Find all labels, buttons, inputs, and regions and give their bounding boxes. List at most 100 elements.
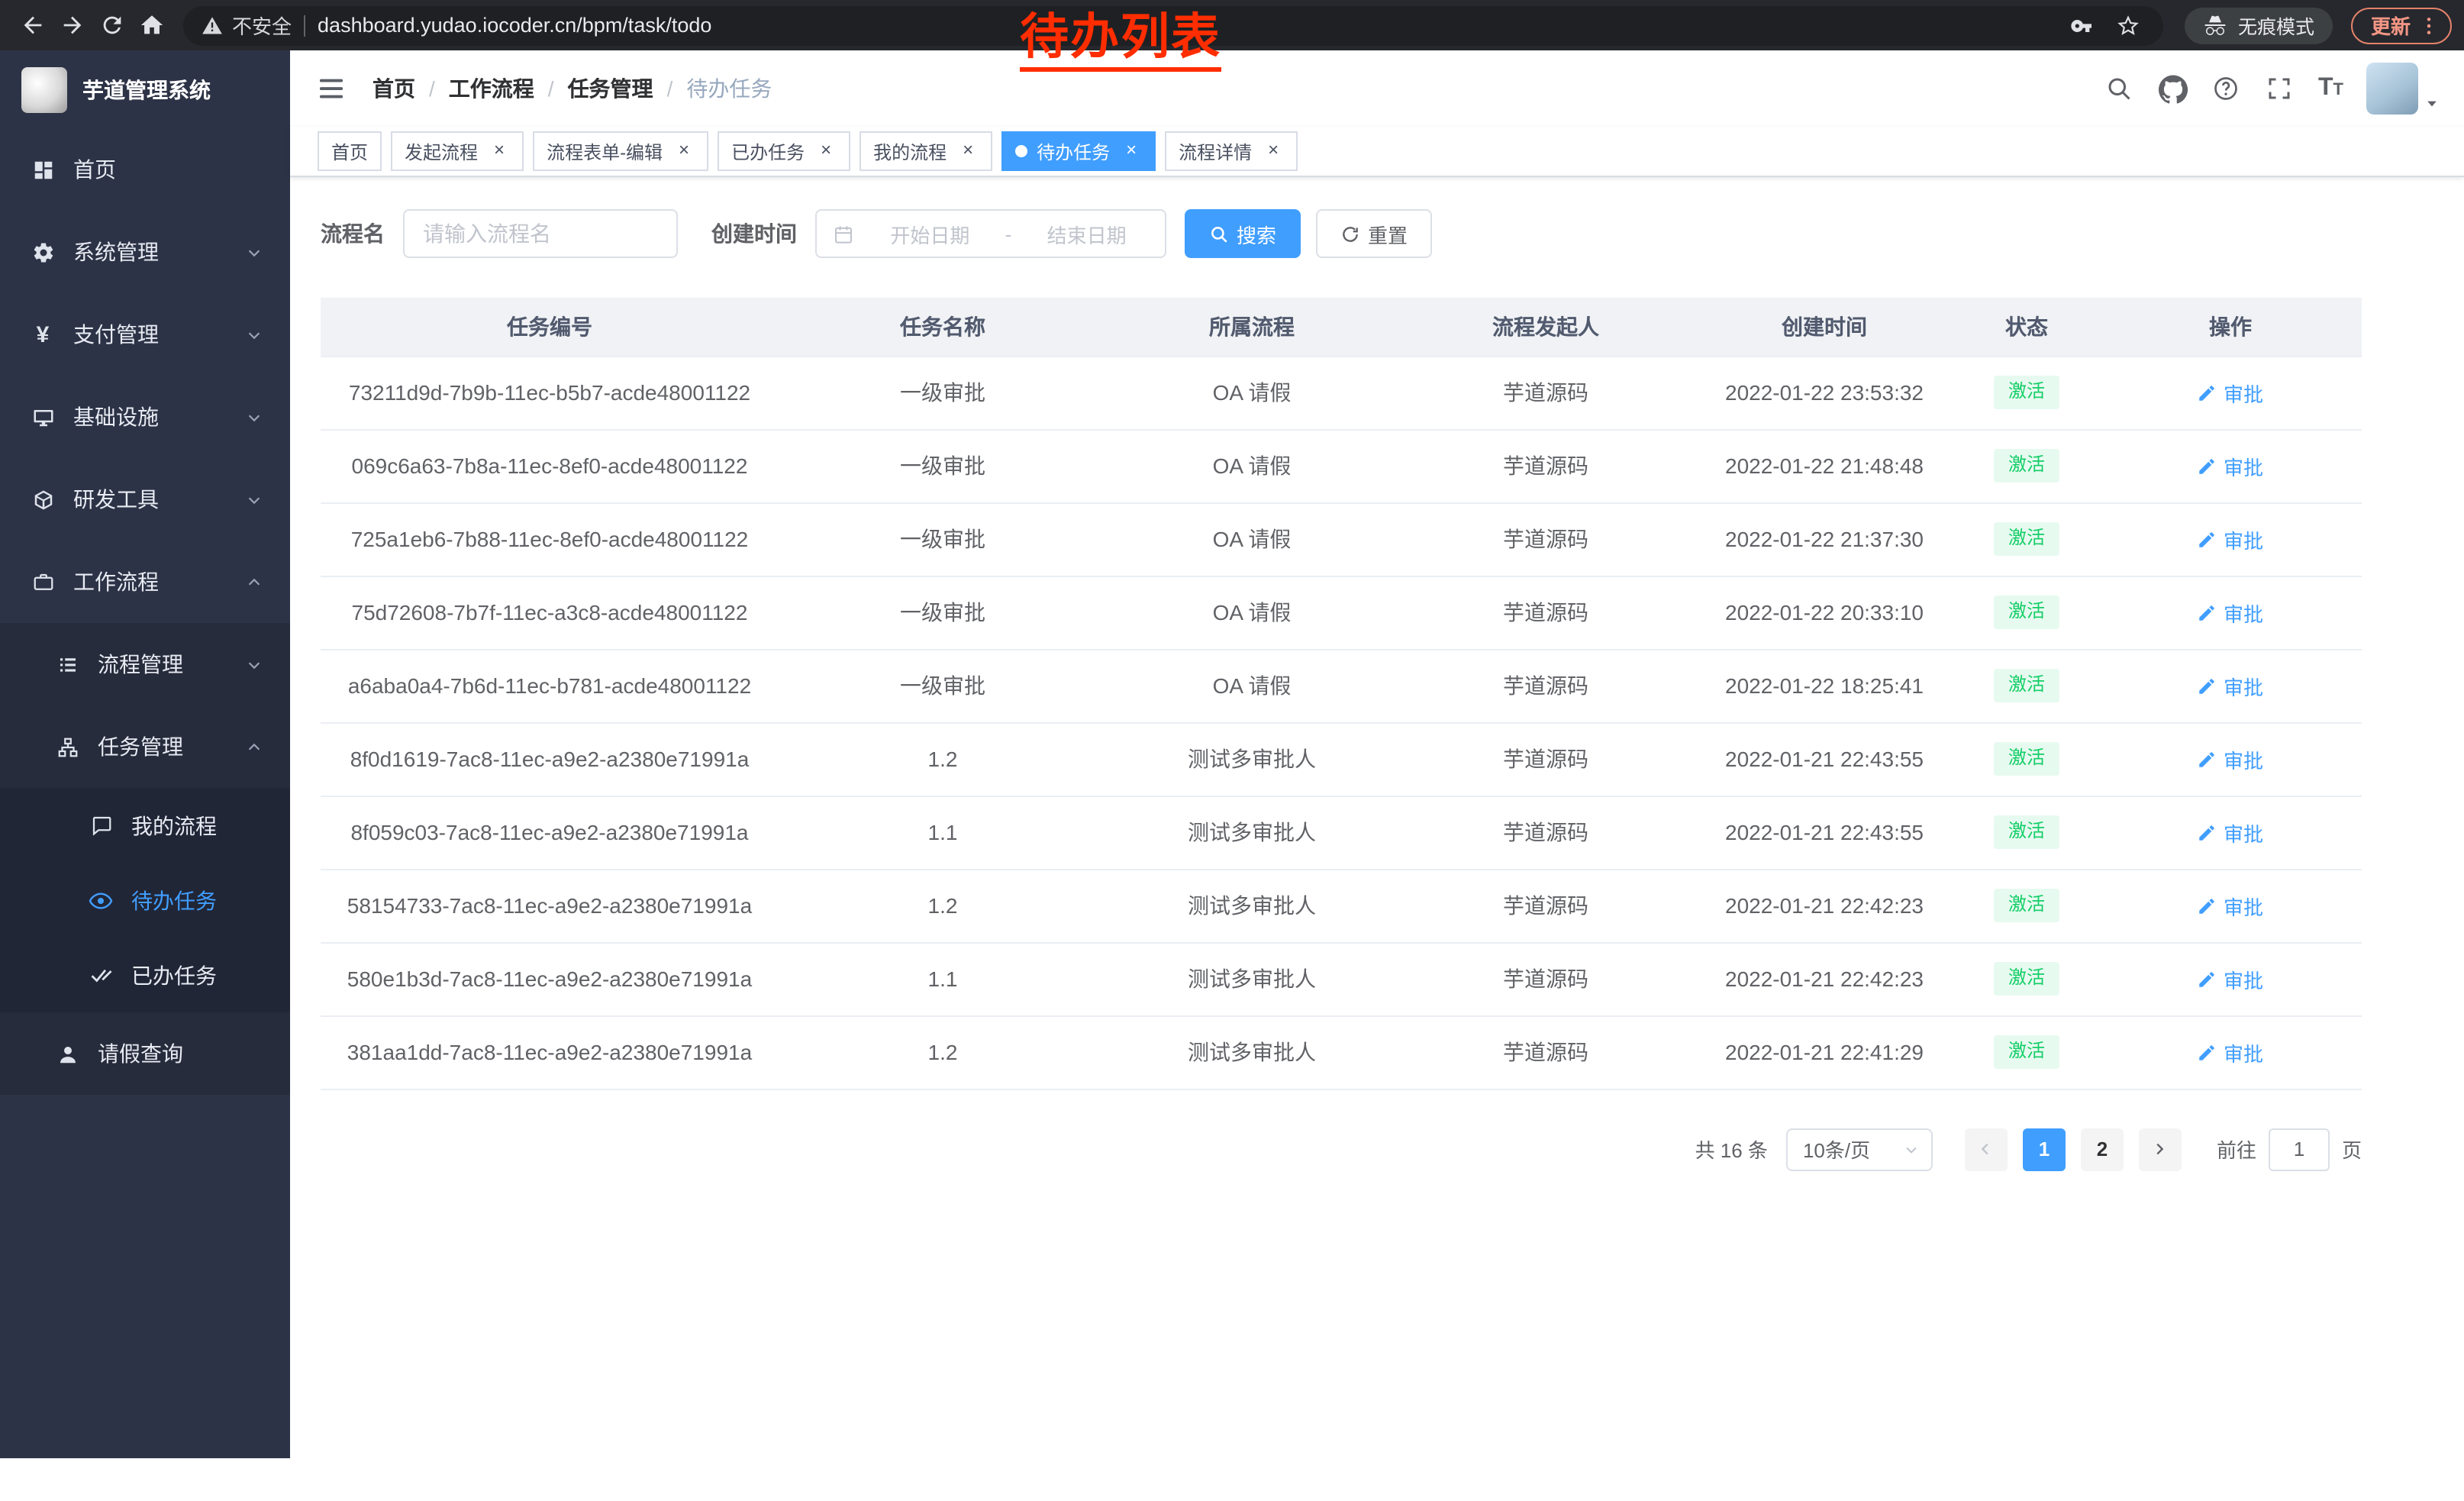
breadcrumb-task-management[interactable]: 任务管理 (568, 73, 653, 104)
status-badge: 激活 (1995, 962, 2059, 995)
sidebar-item-done-tasks[interactable]: 已办任务 (0, 938, 290, 1012)
tab-home[interactable]: 首页 (318, 131, 382, 171)
status-badge: 激活 (1995, 1035, 2059, 1068)
update-label: 更新 (2371, 11, 2411, 40)
col-task-id: 任务编号 (321, 298, 779, 356)
cell-created: 2022-01-22 21:37:30 (1695, 502, 1954, 576)
page-size-select[interactable]: 10条/页 (1786, 1128, 1933, 1170)
github-icon[interactable] (2158, 73, 2188, 104)
breadcrumb-workflow[interactable]: 工作流程 (449, 73, 534, 104)
security-warning[interactable]: 不安全 (202, 11, 292, 40)
breadcrumb-home[interactable]: 首页 (373, 73, 415, 104)
create-time-label: 创建时间 (711, 218, 797, 249)
font-size-icon[interactable]: TT (2318, 75, 2343, 102)
app-frame: 芋道管理系统 首页 系统管理 ¥ 支付管理 (0, 50, 2464, 1501)
table-row: 58154733-7ac8-11ec-a9e2-a2380e71991a 1.2… (321, 869, 2362, 942)
sidebar-item-task-management[interactable]: 任务管理 (0, 705, 290, 788)
status-badge: 激活 (1995, 522, 2059, 555)
home-button[interactable] (131, 5, 171, 45)
navbar-right: TT (2104, 63, 2440, 115)
cell-created: 2022-01-21 22:43:55 (1695, 722, 1954, 796)
tab-process-form-edit[interactable]: 流程表单-编辑 × (533, 131, 708, 171)
sidebar-item-workflow[interactable]: 工作流程 (0, 541, 290, 623)
cell-initiator: 芋道源码 (1397, 576, 1695, 649)
process-name-input[interactable] (403, 209, 678, 258)
tab-start-process[interactable]: 发起流程 × (391, 131, 524, 171)
sidebar-item-infrastructure[interactable]: 基础设施 (0, 376, 290, 458)
cell-process: OA 请假 (1107, 502, 1397, 576)
key-icon[interactable] (2066, 8, 2099, 42)
sidebar-item-devtools[interactable]: 研发工具 (0, 458, 290, 541)
table-row: 8f059c03-7ac8-11ec-a9e2-a2380e71991a 1.1… (321, 796, 2362, 869)
close-icon[interactable]: × (673, 140, 695, 162)
forward-button[interactable] (52, 5, 92, 45)
approve-link[interactable]: 审批 (2198, 744, 2263, 773)
tab-process-detail[interactable]: 流程详情 × (1165, 131, 1298, 171)
reload-button[interactable] (92, 5, 131, 45)
sidebar-item-system[interactable]: 系统管理 (0, 211, 290, 293)
cell-task-id: 75d72608-7b7f-11ec-a3c8-acde48001122 (321, 576, 779, 649)
cell-created: 2022-01-22 23:53:32 (1695, 356, 1954, 429)
fullscreen-icon[interactable] (2265, 73, 2295, 104)
cell-initiator: 芋道源码 (1397, 429, 1695, 502)
approve-link[interactable]: 审批 (2198, 378, 2263, 407)
sidebar-item-payment[interactable]: ¥ 支付管理 (0, 293, 290, 376)
edit-icon (2198, 822, 2217, 842)
search-icon[interactable] (2104, 73, 2135, 104)
filter-form: 流程名 创建时间 开始日期 - 结束日期 搜索 (321, 209, 2464, 258)
sidebar: 芋道管理系统 首页 系统管理 ¥ 支付管理 (0, 50, 290, 1458)
approve-link[interactable]: 审批 (2198, 1038, 2263, 1067)
table-row: a6aba0a4-7b6d-11ec-b781-acde48001122 一级审… (321, 649, 2362, 722)
approve-link[interactable]: 审批 (2198, 964, 2263, 993)
approve-link[interactable]: 审批 (2198, 525, 2263, 554)
cell-task-id: 8f059c03-7ac8-11ec-a9e2-a2380e71991a (321, 796, 779, 869)
cell-initiator: 芋道源码 (1397, 649, 1695, 722)
cell-initiator: 芋道源码 (1397, 1015, 1695, 1089)
page-1-button[interactable]: 1 (2023, 1128, 2066, 1170)
help-icon[interactable] (2211, 73, 2242, 104)
close-icon[interactable]: × (1121, 140, 1142, 162)
star-icon[interactable] (2111, 8, 2145, 42)
tab-my-process[interactable]: 我的流程 × (859, 131, 992, 171)
approve-link[interactable]: 审批 (2198, 598, 2263, 627)
url-text[interactable]: dashboard.yudao.iocoder.cn/bpm/task/todo (318, 14, 711, 37)
tab-todo-tasks[interactable]: 待办任务 × (1001, 131, 1156, 171)
col-task-name: 任务名称 (779, 298, 1107, 356)
page-2-button[interactable]: 2 (2081, 1128, 2124, 1170)
close-icon[interactable]: × (815, 140, 837, 162)
cell-status: 激活 (1954, 869, 2099, 942)
sidebar-toggle-icon[interactable] (314, 72, 348, 105)
sidebar-item-leave-query[interactable]: 请假查询 (0, 1012, 290, 1095)
briefcase-icon (31, 570, 55, 594)
cell-action: 审批 (2099, 356, 2362, 429)
next-page-button[interactable] (2139, 1128, 2182, 1170)
cell-action: 审批 (2099, 869, 2362, 942)
search-button[interactable]: 搜索 (1185, 209, 1301, 258)
cell-initiator: 芋道源码 (1397, 502, 1695, 576)
browser-menu-icon[interactable] (2417, 13, 2441, 37)
status-badge: 激活 (1995, 815, 2059, 848)
date-range-picker[interactable]: 开始日期 - 结束日期 (815, 209, 1166, 258)
approve-link[interactable]: 审批 (2198, 451, 2263, 480)
goto-page-input[interactable] (2269, 1128, 2330, 1170)
sidebar-item-my-process[interactable]: 我的流程 (0, 788, 290, 863)
reset-button[interactable]: 重置 (1316, 209, 1432, 258)
sidebar-item-todo-tasks[interactable]: 待办任务 (0, 863, 290, 938)
close-icon[interactable]: × (1263, 140, 1284, 162)
approve-link[interactable]: 审批 (2198, 671, 2263, 700)
update-button[interactable]: 更新 (2351, 7, 2452, 44)
sidebar-item-home[interactable]: 首页 (0, 128, 290, 211)
user-menu[interactable] (2366, 63, 2440, 115)
sidebar-item-process-management[interactable]: 流程管理 (0, 623, 290, 705)
tab-done-tasks[interactable]: 已办任务 × (718, 131, 850, 171)
navbar: 首页 / 工作流程 / 任务管理 / 待办任务 (290, 50, 2464, 127)
prev-page-button[interactable] (1965, 1128, 2008, 1170)
back-button[interactable] (12, 5, 52, 45)
start-date-placeholder: 开始日期 (867, 219, 993, 248)
approve-link[interactable]: 审批 (2198, 818, 2263, 847)
app-logo[interactable]: 芋道管理系统 (0, 50, 290, 128)
approve-link[interactable]: 审批 (2198, 891, 2263, 920)
close-icon[interactable]: × (957, 140, 979, 162)
close-icon[interactable]: × (489, 140, 510, 162)
avatar[interactable] (2366, 63, 2418, 115)
